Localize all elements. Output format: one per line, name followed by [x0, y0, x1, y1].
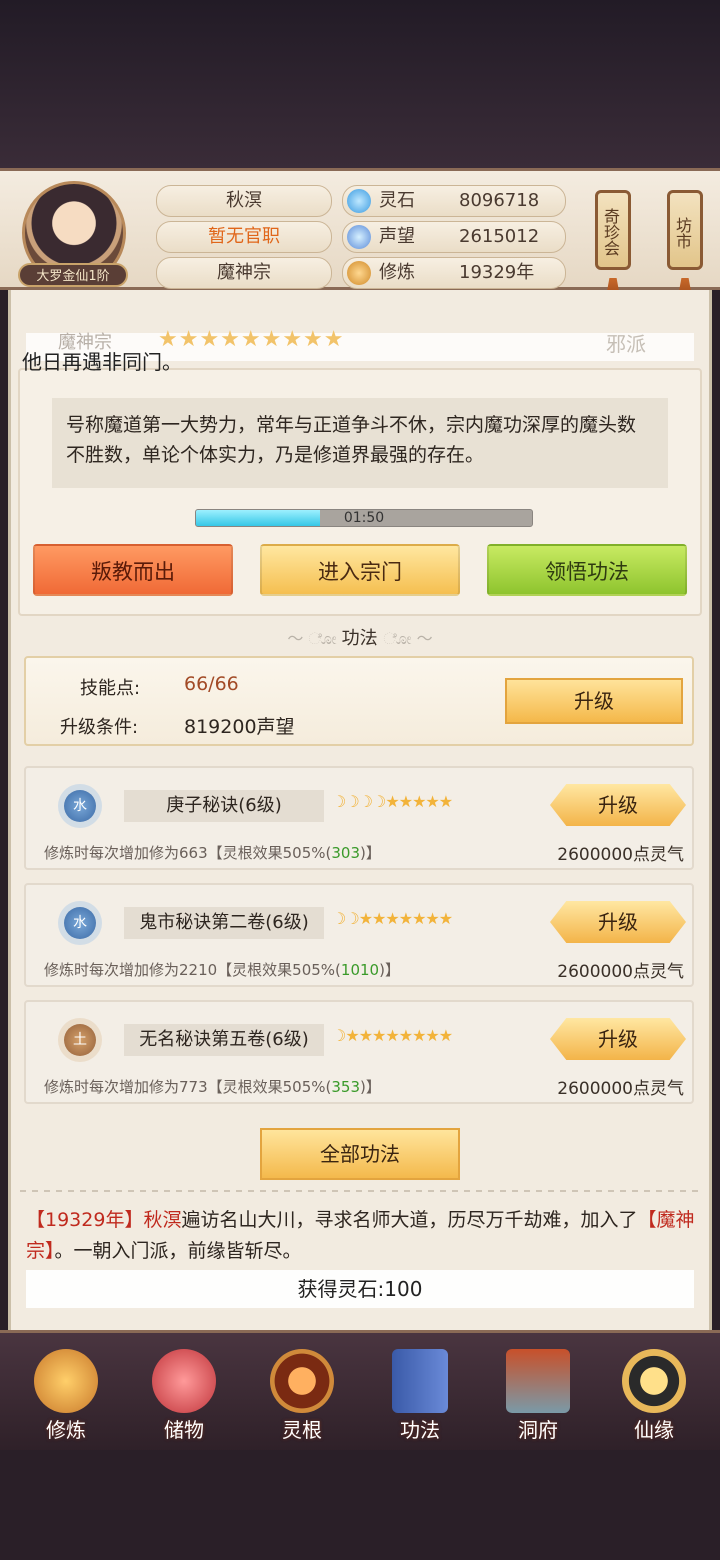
ornament-divider	[20, 1190, 700, 1192]
meditation-icon	[347, 261, 371, 285]
nav-label: 修炼	[46, 1418, 86, 1442]
skills-section-header: 〜 ೋ 功法 ೋ 〜	[0, 624, 720, 650]
cultivation-value: 19329年	[459, 262, 535, 283]
effect-text: 修炼时每次增加修为773【灵根效果505%(	[44, 1078, 332, 1096]
technique-upgrade-button[interactable]: 升级	[550, 784, 686, 826]
enter-sect-button[interactable]: 进入宗门	[260, 544, 460, 596]
alignment-label: 邪派	[606, 332, 646, 356]
prestige-row: 声望 2615012	[342, 221, 566, 253]
betray-sect-button[interactable]: 叛教而出	[33, 544, 233, 596]
nav-label: 洞府	[518, 1418, 558, 1442]
spirit-stone-icon	[347, 189, 371, 213]
technique-cost: 2600000点灵气	[557, 845, 684, 865]
skill-points-value: 66/66	[184, 673, 239, 695]
effect-text-end: )】	[360, 1078, 381, 1096]
skill-book-icon	[392, 1349, 448, 1413]
spirit-root-icon	[270, 1349, 334, 1413]
status-bar-area	[0, 0, 720, 170]
technique-rating: ☽☽★★★★★★★	[332, 909, 453, 928]
cloud-ornament-icon: 〜 ೋ	[287, 629, 342, 648]
cultivation-label: 修炼	[379, 262, 415, 283]
official-title[interactable]: 暂无官职	[156, 221, 332, 253]
technique-rating: ☽☽☽☽★★★★★	[332, 792, 453, 811]
nav-skills[interactable]: 功法	[370, 1343, 470, 1451]
sect-stars: ★★★★★★★★★	[158, 327, 345, 352]
effect-bonus: 303	[331, 844, 361, 862]
upgrade-condition-label: 升级条件:	[60, 717, 139, 738]
cloud-ornament-icon: ೋ 〜	[383, 629, 433, 648]
technique-card: 水 庚子秘诀(6级) ☽☽☽☽★★★★★ 升级 修炼时每次增加修为663【灵根效…	[24, 766, 694, 870]
gourd-icon	[622, 1349, 686, 1413]
player-sect: 魔神宗	[156, 257, 332, 289]
technique-card: 水 鬼市秘诀第二卷(6级) ☽☽★★★★★★★ 升级 修炼时每次增加修为2210…	[24, 883, 694, 987]
nav-storage[interactable]: 储物	[134, 1343, 234, 1451]
timer-text: 01:50	[343, 510, 385, 526]
technique-upgrade-button[interactable]: 升级	[550, 1018, 686, 1060]
technique-effect: 修炼时每次增加修为663【灵根效果505%(303)】	[44, 842, 381, 863]
spirit-stone-value: 8096718	[459, 190, 540, 211]
prestige-icon	[347, 225, 371, 249]
technique-effect: 修炼时每次增加修为773【灵根效果505%(353)】	[44, 1076, 381, 1097]
comprehend-skill-button[interactable]: 领悟功法	[487, 544, 687, 596]
bottom-nav: 修炼 储物 灵根 功法 洞府 仙缘	[0, 1330, 720, 1453]
effect-text-end: )】	[360, 844, 381, 862]
spirit-stone-label: 灵石	[379, 190, 415, 211]
nav-label: 灵根	[282, 1418, 322, 1442]
upgrade-skill-points-button[interactable]: 升级	[505, 678, 683, 724]
technique-name: 无名秘诀第五卷(6级)	[124, 1024, 324, 1056]
sect-timer-bar: 01:50	[195, 509, 533, 527]
prestige-label: 声望	[379, 226, 415, 247]
market-button[interactable]: 坊市	[667, 190, 703, 270]
log-text: 遍访名山大川，寻求名师大道，历尽万千劫难，加入了	[181, 1209, 638, 1231]
technique-rating: ☽★★★★★★★★	[332, 1026, 453, 1045]
effect-text: 修炼时每次增加修为2210【灵根效果505%(	[44, 961, 341, 979]
marquee-text: 他日再遇非同门。	[22, 350, 182, 374]
all-skills-button[interactable]: 全部功法	[260, 1128, 460, 1180]
treasure-bag-icon	[152, 1349, 216, 1413]
effect-text-end: )】	[379, 961, 400, 979]
sect-description: 号称魔道第一大势力，常年与正道争斗不休，宗内魔功深厚的魔头数不胜数，单论个体实力…	[52, 398, 668, 488]
prestige-value: 2615012	[459, 226, 540, 247]
technique-name: 庚子秘诀(6级)	[124, 790, 324, 822]
earth-element-icon: 土	[64, 1024, 96, 1056]
cultivation-row: 修炼 19329年	[342, 257, 566, 289]
player-name: 秋溟	[156, 185, 332, 217]
meditating-monk-icon	[34, 1349, 98, 1413]
technique-cost: 2600000点灵气	[557, 962, 684, 982]
skills-section-title: 功法	[341, 628, 378, 649]
technique-cost: 2600000点灵气	[557, 1079, 684, 1099]
log-player-name: 秋溟	[143, 1209, 182, 1231]
effect-bonus: 1010	[340, 961, 380, 979]
nav-label: 储物	[164, 1418, 204, 1442]
nav-spirit-root[interactable]: 灵根	[252, 1343, 352, 1451]
technique-card: 土 无名秘诀第五卷(6级) ☽★★★★★★★★ 升级 修炼时每次增加修为773【…	[24, 1000, 694, 1104]
log-year: 【19329年】	[26, 1209, 144, 1231]
treasure-fair-button[interactable]: 奇珍会	[595, 190, 631, 270]
nav-label: 仙缘	[634, 1418, 674, 1442]
rank-badge: 大罗金仙1阶	[18, 263, 128, 287]
nav-cave[interactable]: 洞府	[488, 1343, 588, 1451]
log-text-end: 。一朝入门派，前缘皆斩尽。	[54, 1240, 302, 1262]
nav-fate[interactable]: 仙缘	[604, 1343, 704, 1451]
reward-toast: 获得灵石:100	[26, 1270, 694, 1308]
water-element-icon: 水	[64, 790, 96, 822]
effect-text: 修炼时每次增加修为663【灵根效果505%(	[44, 844, 332, 862]
technique-effect: 修炼时每次增加修为2210【灵根效果505%(1010)】	[44, 959, 400, 980]
cave-pavilion-icon	[506, 1349, 570, 1413]
technique-name: 鬼市秘诀第二卷(6级)	[124, 907, 324, 939]
upgrade-condition-value: 819200声望	[184, 716, 295, 738]
water-element-icon: 水	[64, 907, 96, 939]
nav-cultivate[interactable]: 修炼	[16, 1343, 116, 1451]
event-log: 【19329年】秋溟遍访名山大川，寻求名师大道，历尽万千劫难，加入了【魔神宗】。…	[26, 1205, 696, 1267]
technique-upgrade-button[interactable]: 升级	[550, 901, 686, 943]
spirit-stone-row: 灵石 8096718	[342, 185, 566, 217]
effect-bonus: 353	[331, 1078, 361, 1096]
skill-points-label: 技能点:	[80, 678, 141, 699]
bottom-area	[0, 1450, 720, 1560]
nav-label: 功法	[400, 1418, 440, 1442]
